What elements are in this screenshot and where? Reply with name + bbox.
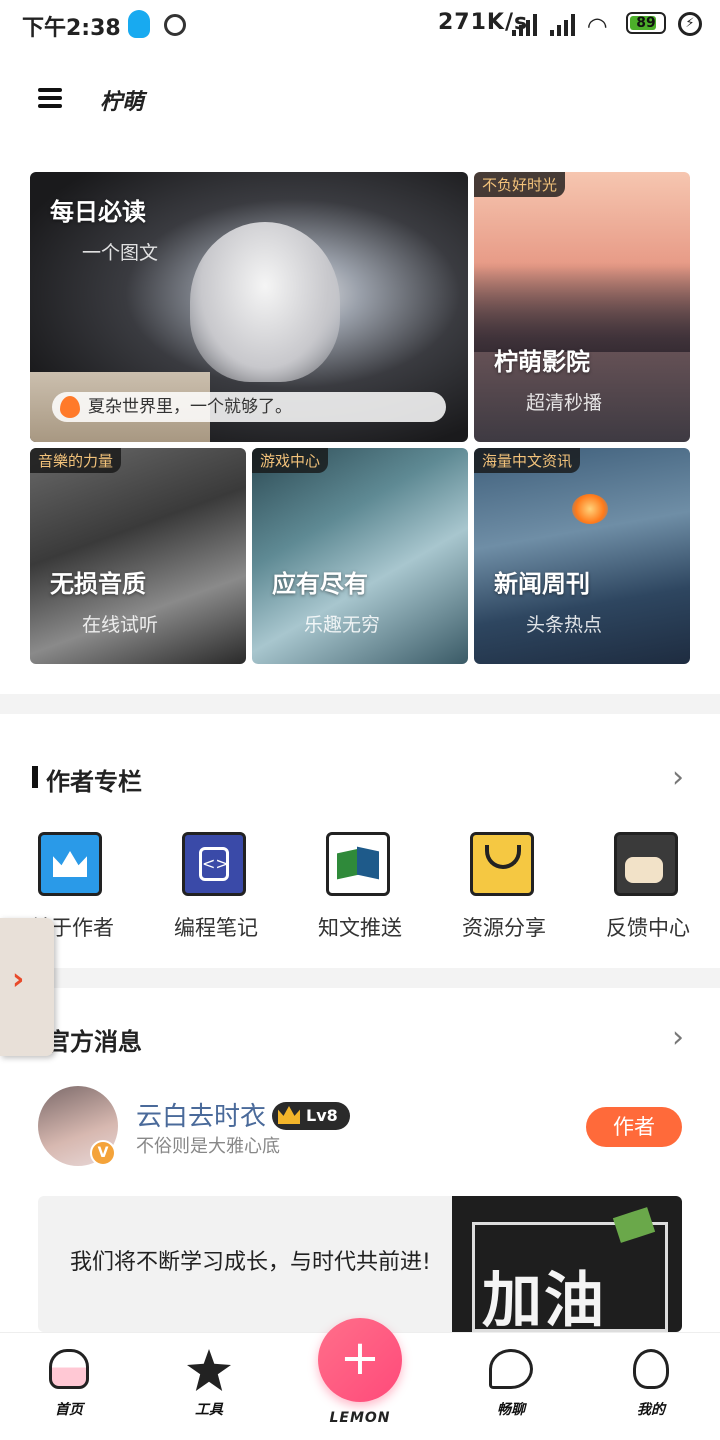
official-title: 官方消息 bbox=[46, 1028, 142, 1056]
chevron-right-icon[interactable]: › bbox=[672, 1020, 684, 1055]
user-motto: 不俗则是大雅心底 bbox=[136, 1136, 280, 1157]
app-screen: 下午2:38 271K/s ◠ 89 ⚡ 柠萌 每日必读 一个图文 夏杂世界里，… bbox=[0, 0, 720, 1440]
nav-chat[interactable]: 畅聊 bbox=[466, 1349, 556, 1419]
card-tag: 游戏中心 bbox=[252, 448, 329, 473]
add-button[interactable]: + bbox=[318, 1318, 402, 1402]
battery-icon: 89 bbox=[626, 12, 666, 34]
message-text: 我们将不断学习成长，与时代共前进! bbox=[70, 1250, 431, 1275]
menu-icon[interactable] bbox=[38, 88, 62, 108]
chevron-right-icon[interactable]: › bbox=[672, 760, 684, 795]
card-daily-read[interactable]: 每日必读 一个图文 夏杂世界里，一个就够了。 bbox=[30, 172, 468, 442]
user-name[interactable]: 云白去时衣 bbox=[136, 1096, 266, 1133]
status-bar: 下午2:38 271K/s ◠ 89 ⚡ bbox=[0, 0, 720, 50]
signal-icon bbox=[512, 14, 540, 36]
crown-icon[interactable] bbox=[38, 832, 102, 896]
side-drawer-tab[interactable]: › bbox=[0, 918, 54, 1056]
nav-mine[interactable]: 我的 bbox=[606, 1349, 696, 1419]
cat-image bbox=[190, 222, 340, 382]
card-music[interactable]: 音樂的力量 无损音质 在线试听 bbox=[30, 448, 246, 664]
card-title: 无损音质 bbox=[50, 570, 146, 598]
card-title: 柠萌影院 bbox=[494, 348, 590, 376]
status-time: 下午2:38 bbox=[22, 16, 121, 41]
level-text: Lv8 bbox=[306, 1106, 338, 1125]
verified-badge: V bbox=[90, 1140, 116, 1166]
card-subtitle: 头条热点 bbox=[526, 614, 603, 636]
chat-bubble-icon bbox=[489, 1349, 533, 1389]
home-icon bbox=[49, 1349, 89, 1389]
card-news[interactable]: 海量中文资讯 新闻周刊 头条热点 bbox=[474, 448, 690, 664]
cheer-text: 加油 bbox=[482, 1266, 606, 1332]
author-item-label[interactable]: 资源分享 bbox=[444, 912, 564, 942]
nav-tools[interactable]: 工具 bbox=[164, 1349, 254, 1419]
author-column-title: 作者专栏 bbox=[46, 768, 142, 796]
fire-icon bbox=[60, 396, 80, 418]
card-tag: 音樂的力量 bbox=[30, 448, 122, 473]
fire-image bbox=[572, 494, 608, 524]
charge-icon: ⚡ bbox=[678, 12, 702, 36]
forest-image bbox=[474, 262, 690, 352]
wifi-icon: ◠ bbox=[588, 12, 607, 40]
bag-icon[interactable] bbox=[470, 832, 534, 896]
card-subtitle: 超清秒播 bbox=[526, 392, 603, 414]
author-item-label[interactable]: 反馈中心 bbox=[588, 912, 708, 942]
author-button[interactable]: 作者 bbox=[586, 1107, 682, 1147]
disc-icon bbox=[164, 14, 186, 36]
star-icon bbox=[187, 1349, 231, 1391]
section-divider bbox=[0, 968, 720, 988]
code-icon[interactable]: <> bbox=[182, 832, 246, 896]
message-card[interactable]: 我们将不断学习成长，与时代共前进! 加油 bbox=[38, 1196, 682, 1332]
card-movie[interactable]: 不负好时光 柠萌影院 超清秒播 bbox=[474, 172, 690, 442]
level-badge: Lv8 bbox=[272, 1102, 350, 1130]
card-tag: 不负好时光 bbox=[474, 172, 566, 197]
card-subtitle: 乐趣无穷 bbox=[304, 614, 381, 636]
user-icon bbox=[633, 1349, 669, 1389]
card-tag: 海量中文资讯 bbox=[474, 448, 581, 473]
book-icon[interactable] bbox=[326, 832, 390, 896]
nav-label: 我的 bbox=[637, 1402, 665, 1418]
card-title: 每日必读 bbox=[50, 198, 146, 226]
author-item-label[interactable]: 编程笔记 bbox=[156, 912, 276, 942]
app-title: 柠萌 bbox=[100, 90, 145, 115]
nav-label: 工具 bbox=[195, 1402, 223, 1418]
nav-label: 畅聊 bbox=[497, 1402, 525, 1418]
card-title: 新闻周刊 bbox=[494, 570, 590, 598]
crown-icon bbox=[278, 1106, 300, 1124]
chat-icon[interactable] bbox=[614, 832, 678, 896]
card-subtitle: 一个图文 bbox=[82, 242, 159, 264]
author-item-label[interactable]: 知文推送 bbox=[300, 912, 420, 942]
qq-icon bbox=[128, 10, 150, 38]
card-games[interactable]: 游戏中心 应有尽有 乐趣无穷 bbox=[252, 448, 468, 664]
nav-home[interactable]: 首页 bbox=[24, 1349, 114, 1419]
cheer-image: 加油 bbox=[452, 1196, 682, 1332]
section-marker bbox=[32, 766, 38, 788]
battery-level: 89 bbox=[636, 15, 656, 31]
section-divider bbox=[0, 694, 720, 714]
card-title: 应有尽有 bbox=[272, 570, 368, 598]
card-subtitle: 在线试听 bbox=[82, 614, 159, 636]
nav-label: 首页 bbox=[55, 1402, 83, 1418]
chevron-right-icon: › bbox=[12, 962, 25, 997]
quote-bar: 夏杂世界里，一个就够了。 bbox=[52, 392, 446, 422]
lemon-label: LEMON bbox=[329, 1410, 391, 1426]
quote-text: 夏杂世界里，一个就够了。 bbox=[88, 397, 292, 417]
signal-icon-2 bbox=[550, 14, 578, 36]
